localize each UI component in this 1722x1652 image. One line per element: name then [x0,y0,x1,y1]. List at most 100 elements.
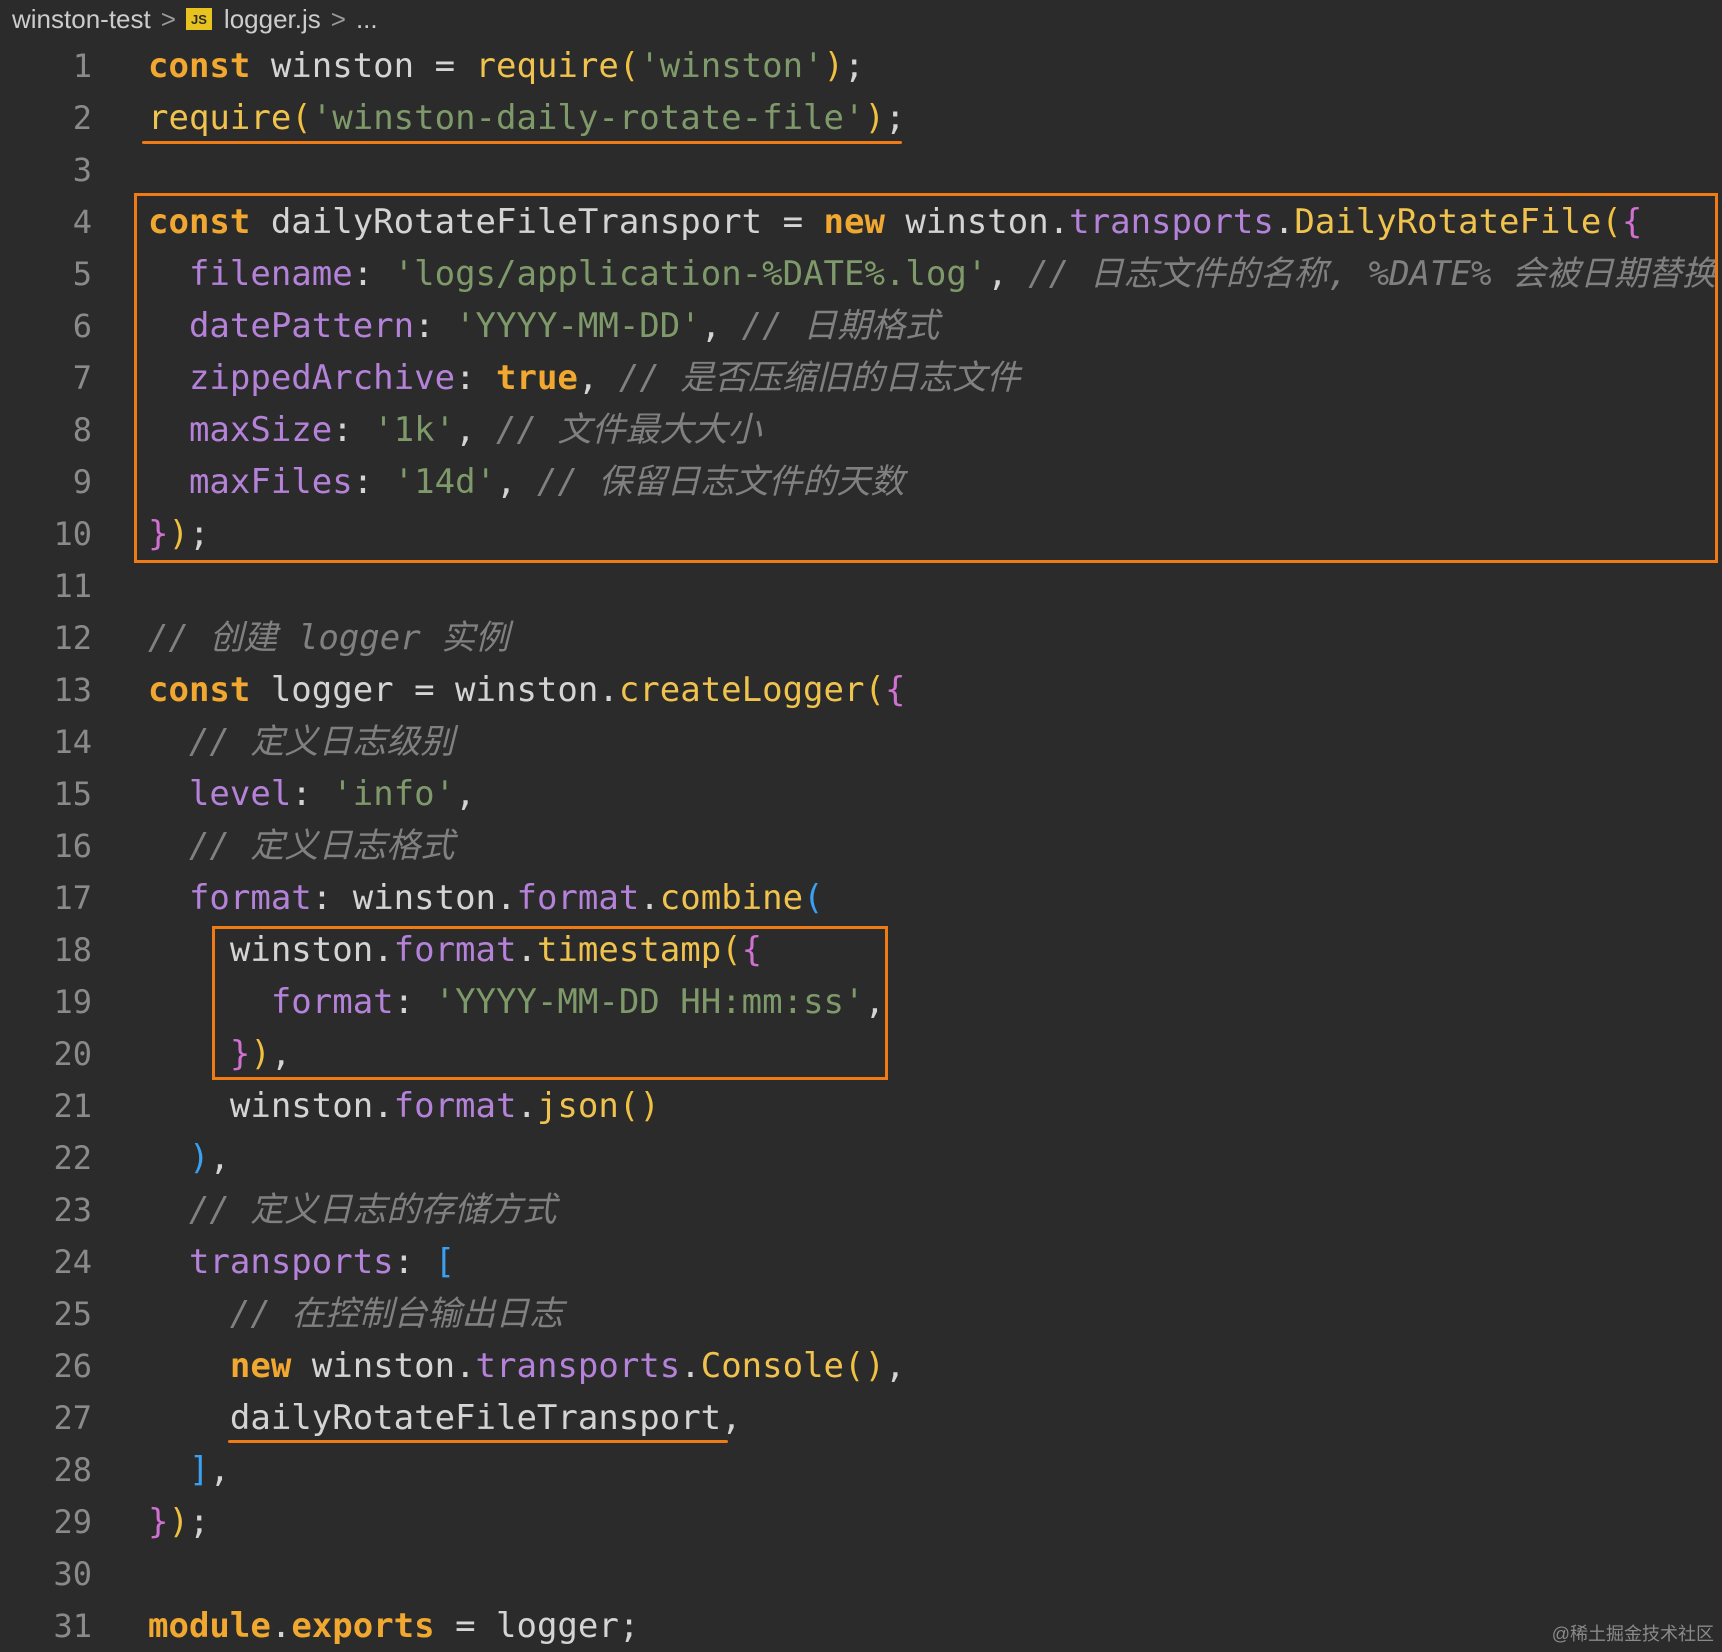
code-text[interactable]: // 创建 logger 实例 [148,619,509,657]
code-line[interactable]: 11 [0,560,1722,612]
line-number: 28 [53,1451,92,1489]
code-token: 'info' [332,774,456,814]
underline-require [142,141,902,144]
line-number: 3 [72,151,92,189]
code-token: ) [864,98,885,138]
code-token: level [188,774,292,814]
watermark: @稀土掘金技术社区 [1551,1624,1714,1644]
code-line[interactable]: 21 winston.format.json() [0,1080,1722,1132]
code-text[interactable]: }); [148,1503,209,1541]
code-token: const [148,46,251,86]
line-number: 12 [53,619,92,657]
code-token: ; [844,46,865,86]
code-token: = logger [434,1606,619,1646]
code-token: ( [864,670,885,710]
code-line[interactable]: 28 ], [0,1444,1722,1496]
code-token: : winston. [311,878,517,918]
code-token: require [148,98,292,138]
code-line[interactable]: 17 format: winston.format.combine( [0,872,1722,924]
line-number: 7 [72,359,92,397]
code-token: ( [618,46,640,86]
code-text[interactable]: winston.format.json() [148,1087,660,1125]
code-token: winston. [291,1346,476,1386]
line-number: 30 [53,1555,92,1593]
code-token: Console [700,1346,845,1386]
code-token: format [393,1086,517,1126]
code-token: // 定义日志级别 [188,722,455,762]
line-number: 11 [53,567,92,605]
code-text[interactable]: const winston = require('winston'); [148,47,865,85]
code-token: format [188,878,312,918]
code-token: ) [188,1138,210,1178]
code-token: 'winston' [639,46,824,86]
code-text[interactable]: // 定义日志的存储方式 [148,1191,556,1229]
code-line[interactable]: 27 dailyRotateFileTransport, [0,1392,1722,1444]
code-text[interactable]: new winston.transports.Console(), [148,1346,906,1386]
breadcrumb-folder[interactable]: winston-test [12,4,151,35]
code-token: : [393,1242,435,1282]
code-line[interactable]: 25 // 在控制台输出日志 [0,1288,1722,1340]
code-line[interactable]: 31 module.exports = logger; [0,1600,1722,1652]
code-token: exports [291,1606,435,1646]
js-file-icon: JS [185,8,212,30]
code-token: createLogger [618,670,865,710]
code-token: transports [475,1346,681,1386]
code-line[interactable]: 16 // 定义日志格式 [0,820,1722,872]
code-line[interactable]: 22 ), [0,1132,1722,1184]
breadcrumb-trail[interactable]: ... [356,4,378,35]
code-line[interactable]: 14 // 定义日志级别 [0,716,1722,768]
code-line[interactable]: 3 [0,144,1722,196]
code-text[interactable]: format: winston.format.combine( [148,879,824,917]
code-token: // 创建 logger 实例 [148,618,510,658]
code-token: } [148,1502,169,1542]
code-text[interactable]: require('winston-daily-rotate-file'); [148,99,905,137]
code-token: ( [803,878,824,918]
code-text[interactable]: const logger = winston.createLogger({ [148,671,905,709]
code-token: ) [168,1502,189,1542]
code-line[interactable]: 23 // 定义日志的存储方式 [0,1184,1722,1236]
code-line[interactable]: 24 transports: [ [0,1236,1722,1288]
code-token: { [884,670,906,710]
line-number: 2 [72,99,92,137]
code-line[interactable]: 1 const winston = require('winston'); [0,40,1722,92]
code-token: combine [659,878,804,918]
code-line[interactable]: 15 level: 'info', [0,768,1722,820]
line-number: 29 [53,1503,92,1541]
code-token: : [291,774,333,814]
line-number: 18 [53,931,92,969]
code-token: ) [823,46,845,86]
code-line[interactable]: 13 const logger = winston.createLogger({ [0,664,1722,716]
code-text[interactable]: transports: [ [148,1243,455,1281]
code-text[interactable]: // 在控制台输出日志 [148,1295,563,1333]
code-line[interactable]: 26 new winston.transports.Console(), [0,1340,1722,1392]
code-token: format [516,878,640,918]
line-number: 22 [53,1139,92,1177]
code-text[interactable]: dailyRotateFileTransport, [148,1399,742,1437]
code-line[interactable]: 12 // 创建 logger 实例 [0,612,1722,664]
code-token: // 在控制台输出日志 [229,1294,564,1334]
line-number: 27 [53,1399,92,1437]
code-token: ( [291,98,312,138]
code-token: , [721,1398,742,1438]
underline-transport-ref [228,1440,728,1443]
code-token: ; [884,98,906,138]
code-line[interactable]: 2 require('winston-daily-rotate-file'); [0,92,1722,144]
code-token: , [209,1450,230,1490]
code-text[interactable]: // 定义日志级别 [148,723,454,761]
code-text[interactable]: // 定义日志格式 [148,827,454,865]
code-text[interactable]: ], [148,1451,230,1489]
code-text[interactable]: level: 'info', [148,775,476,813]
code-text[interactable]: ), [148,1139,230,1177]
breadcrumb-file[interactable]: logger.js [224,4,321,35]
code-token: const [148,670,251,710]
code-line[interactable]: 30 [0,1548,1722,1600]
code-token: require [475,46,619,86]
code-line[interactable]: 29}); [0,1496,1722,1548]
code-token: // 定义日志的存储方式 [188,1190,557,1230]
chevron-right-icon: > [330,3,346,34]
code-text[interactable]: module.exports = logger; [148,1607,639,1645]
